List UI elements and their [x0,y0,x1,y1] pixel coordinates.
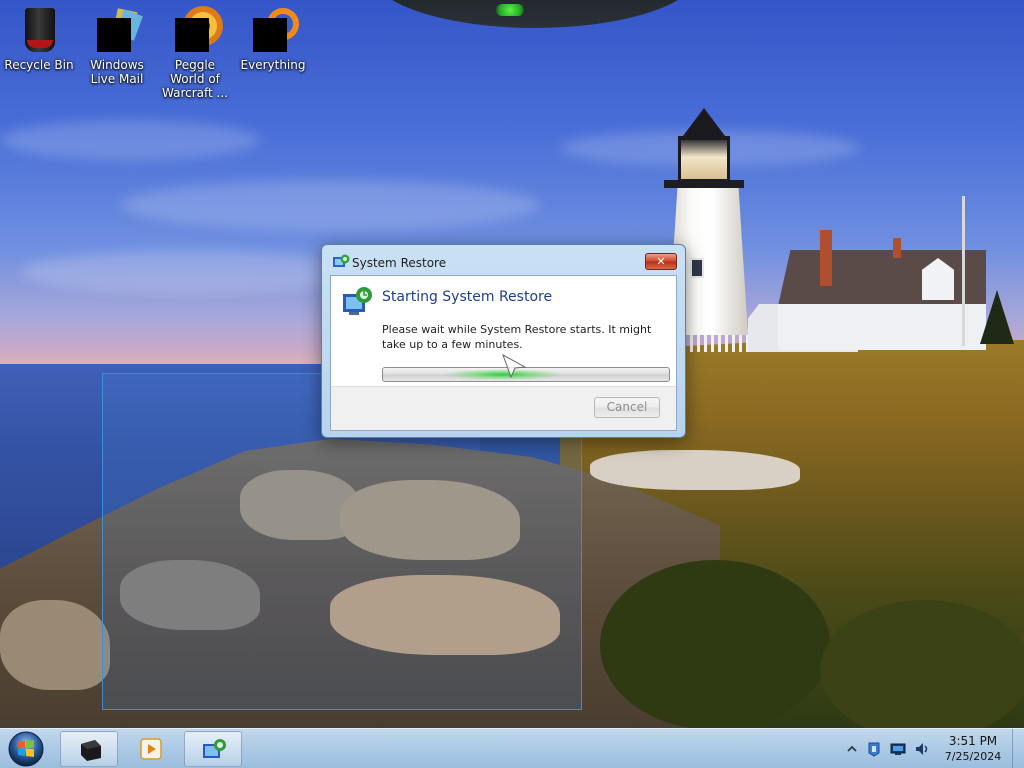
lighthouse-lantern [678,136,730,182]
windows-live-mail-icon [93,6,143,54]
lighthouse-window [690,258,704,278]
taskbar-button-system-restore[interactable] [184,731,242,767]
desktop-icon-recycle-bin[interactable]: Recycle Bin [0,6,78,72]
peggle-icon [171,6,223,54]
system-restore-icon [333,254,350,267]
dialog-footer: Cancel [331,386,676,430]
clock-time[interactable]: 3:51 PM [942,734,1004,748]
media-player-icon [140,738,162,760]
show-hidden-icons-chevron[interactable] [844,741,860,757]
cancel-button[interactable]: Cancel [594,397,660,418]
dialog-message: Please wait while System Restore starts.… [382,323,652,351]
lighthouse-gallery [664,180,744,188]
taskbar: 3:51 PM 7/25/2024 [0,728,1024,768]
cloud [120,180,540,230]
chimney [820,230,832,286]
volume-icon[interactable] [914,741,930,757]
dialog-title: System Restore [352,256,447,270]
shrub [820,600,1024,728]
desktop-icon-label: Everything [240,58,306,72]
start-orb-icon[interactable] [4,730,48,768]
flagpole [962,196,965,346]
desktop-icon-everything[interactable]: Everything [234,6,312,72]
cloud [20,250,360,294]
desktop-icon-peggle[interactable]: Peggle World of Warcraft ... [156,6,234,100]
recycle-bin-icon [15,6,63,54]
taskbar-button-explorer[interactable] [60,731,118,767]
rock [590,450,800,490]
explorer-icon [81,740,101,761]
shrub [600,560,830,728]
system-restore-dialog[interactable]: System Restore ✕ Starting System Restore… [321,244,686,438]
rock [0,600,110,690]
desktop-icon-label: Peggle World of Warcraft ... [162,58,228,100]
system-tray: 3:51 PM 7/25/2024 [842,729,1024,768]
system-restore-icon [343,287,372,315]
house-roof [778,250,986,306]
gadget-indicator-icon [496,4,524,16]
dialog-heading: Starting System Restore [382,289,553,305]
desktop-icon-windows-live-mail[interactable]: Windows Live Mail [78,6,156,86]
network-icon[interactable] [890,741,906,757]
close-icon: ✕ [656,255,666,268]
system-restore-icon [203,739,226,758]
clock-date[interactable]: 7/25/2024 [942,750,1004,763]
chimney [893,238,901,258]
action-center-icon[interactable] [866,741,882,757]
taskbar-button-media-player[interactable] [122,731,180,767]
house-wall [778,304,986,350]
lighthouse-roof [680,108,728,140]
everything-search-icon [249,6,299,54]
mouse-cursor-icon [502,353,527,379]
close-button[interactable]: ✕ [645,253,677,270]
cloud [0,120,260,160]
desktop-icon-label: Windows Live Mail [90,58,144,86]
show-desktop-button[interactable] [1012,729,1024,768]
desktop-icon-label: Recycle Bin [4,58,74,72]
